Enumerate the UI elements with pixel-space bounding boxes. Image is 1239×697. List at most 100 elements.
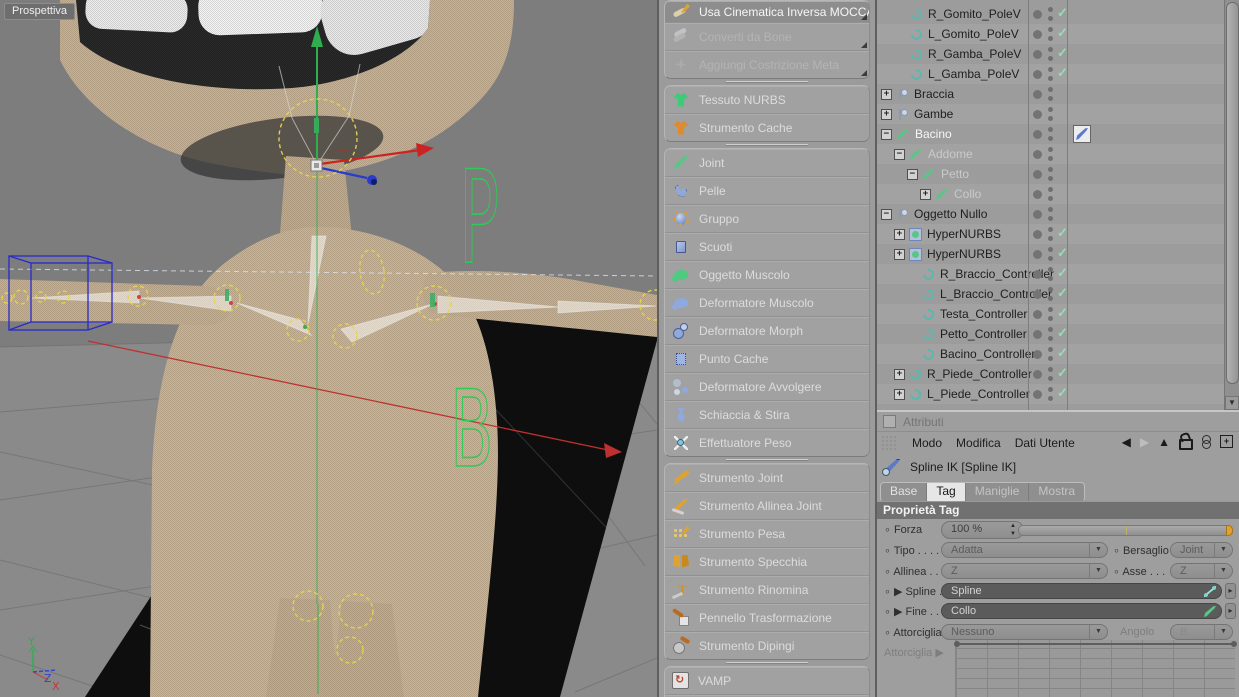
tab-tag[interactable]: Tag <box>927 483 966 501</box>
tree-item[interactable]: − Addome <box>877 144 1239 164</box>
cluster-button[interactable]: Gruppo <box>665 205 869 233</box>
weight-effector-button[interactable]: Effettuatore Peso <box>665 429 869 456</box>
object-manager-scrollbar[interactable]: ▼ <box>1224 0 1239 410</box>
joint-align-tool-button[interactable]: Strumento Allinea Joint <box>665 492 869 520</box>
use-ik-mocca-button[interactable]: Usa Cinematica Inversa MOCCA <box>665 1 869 23</box>
expand-icon[interactable]: + <box>894 228 905 240</box>
spline-picker-button[interactable]: ▸ <box>1225 583 1236 599</box>
tree-item[interactable]: Testa_Controller ✓ <box>877 304 1239 324</box>
tree-item[interactable]: + Collo <box>877 184 1239 204</box>
fine-picker-button[interactable]: ▸ <box>1225 603 1236 619</box>
tree-item[interactable]: + HyperNURBS ✓ <box>877 224 1239 244</box>
expand-icon[interactable]: + <box>894 248 905 260</box>
mirror-tool-button[interactable]: Strumento Specchia <box>665 548 869 576</box>
collapse-icon[interactable]: − <box>907 168 918 180</box>
wrap-deformer-button[interactable]: Deformatore Avvolgere <box>665 373 869 401</box>
dropdown-arrow-icon[interactable]: ▼ <box>1089 542 1107 558</box>
dropdown-arrow-icon[interactable]: ▼ <box>1089 624 1107 640</box>
grip-handle-icon[interactable] <box>881 435 898 450</box>
tree-item-selected[interactable]: − Bacino <box>877 124 1239 144</box>
dropdown-arrow-icon[interactable]: ▼ <box>1214 624 1232 640</box>
panel-checkbox-icon[interactable] <box>883 415 896 428</box>
allinea-dropdown[interactable]: Z ▼ <box>941 563 1108 579</box>
tree-item[interactable]: + HyperNURBS ✓ <box>877 244 1239 264</box>
lock-icon[interactable] <box>1179 439 1193 450</box>
tab-maniglie[interactable]: Maniglie <box>966 483 1030 501</box>
dropdown-arrow-icon[interactable]: ▼ <box>1214 563 1232 579</box>
tree-item[interactable]: + Gambe <box>877 104 1239 124</box>
jiggle-button[interactable]: Scuoti <box>665 233 869 261</box>
scrollbar-thumb[interactable] <box>1226 2 1239 384</box>
tree-item[interactable]: L_Braccio_Controller ✓ <box>877 284 1239 304</box>
menu-dati-utente[interactable]: Dati Utente <box>1015 436 1075 450</box>
angolo-dropdown[interactable]: B ▼ <box>1170 624 1233 640</box>
tree-item[interactable]: R_Gamba_PoleV ✓ <box>877 44 1239 64</box>
new-panel-icon[interactable]: + <box>1220 435 1233 448</box>
transform-brush-button[interactable]: Pennello Trasformazione <box>665 604 869 632</box>
section-title[interactable]: Proprietà Tag <box>877 501 1239 519</box>
curve-line[interactable] <box>954 641 1237 647</box>
joint-button[interactable]: Joint <box>665 149 869 177</box>
tab-base[interactable]: Base <box>881 483 928 501</box>
spinner-arrows-icon[interactable]: ▲ ▼ <box>1010 522 1016 538</box>
menu-modifica[interactable]: Modifica <box>956 436 1001 450</box>
spline-link-field[interactable]: Spline <box>941 583 1222 599</box>
expand-icon[interactable]: + <box>920 188 931 200</box>
spline-ik-tag-icon[interactable] <box>1073 125 1091 143</box>
skin-button[interactable]: Pelle <box>665 177 869 205</box>
forza-slider[interactable] <box>1018 525 1233 536</box>
collapse-icon[interactable]: − <box>881 208 892 220</box>
tree-item[interactable]: R_Gomito_PoleV ✓ <box>877 4 1239 24</box>
tab-mostra[interactable]: Mostra <box>1029 483 1084 501</box>
parent-up-icon[interactable]: ▲ <box>1158 435 1170 449</box>
attorciglia-dropdown[interactable]: Nessuno ▼ <box>941 624 1108 640</box>
cache-tool-button[interactable]: Strumento Cache <box>665 114 869 141</box>
tree-item[interactable]: − Petto <box>877 164 1239 184</box>
tree-item[interactable]: L_Gomito_PoleV ✓ <box>877 24 1239 44</box>
vamp-button[interactable]: VAMP <box>665 667 869 695</box>
twist-curve-editor[interactable] <box>954 640 1237 697</box>
sync-rings-icon[interactable] <box>1202 434 1211 449</box>
dropdown-arrow-icon[interactable]: ▼ <box>1214 542 1232 558</box>
tree-item[interactable]: L_Gamba_PoleV ✓ <box>877 64 1239 84</box>
collapse-icon[interactable]: − <box>894 148 905 160</box>
weight-tool-button[interactable]: Strumento Pesa <box>665 520 869 548</box>
convert-from-bone-button[interactable]: Converti da Bone <box>665 23 869 51</box>
naming-tool-button[interactable]: Strumento Rinomina <box>665 576 869 604</box>
tree-item[interactable]: Bacino_Controller ✓ <box>877 344 1239 364</box>
tree-item[interactable]: + R_Piede_Controller ✓ <box>877 364 1239 384</box>
bersaglio-dropdown[interactable]: Joint ▼ <box>1170 542 1233 558</box>
scroll-down-button[interactable]: ▼ <box>1225 396 1239 410</box>
add-meta-constraint-button[interactable]: Aggiungi Costrizione Meta <box>665 51 869 78</box>
dropdown-arrow-icon[interactable]: ▼ <box>1089 563 1107 579</box>
forza-spinner[interactable]: 100 % ▲ ▼ <box>941 521 1024 539</box>
paint-tool-button[interactable]: Strumento Dipingi <box>665 632 869 659</box>
joint-tool-button[interactable]: Strumento Joint <box>665 464 869 492</box>
asse-dropdown[interactable]: Z ▼ <box>1170 563 1233 579</box>
expand-icon[interactable]: + <box>894 368 905 380</box>
expand-icon[interactable]: + <box>881 88 892 100</box>
history-back-icon[interactable]: ◀ <box>1122 435 1131 449</box>
tree-item[interactable]: + L_Piede_Controller ✓ <box>877 384 1239 404</box>
fine-link-field[interactable]: Collo <box>941 603 1222 619</box>
collapse-icon[interactable]: − <box>881 128 892 140</box>
muscle-object-button[interactable]: Oggetto Muscolo <box>665 261 869 289</box>
tipo-dropdown[interactable]: Adatta ▼ <box>941 542 1108 558</box>
tree-item[interactable]: R_Braccio_Controller ✓ <box>877 264 1239 284</box>
expand-icon[interactable]: + <box>894 388 905 400</box>
menu-modo[interactable]: Modo <box>912 436 942 450</box>
viewport-name-label[interactable]: Prospettiva <box>4 3 76 20</box>
morph-deformer-button[interactable]: Deformatore Morph <box>665 317 869 345</box>
visibility-dots[interactable] <box>1048 7 1053 12</box>
muscle-deformer-button[interactable]: Deformatore Muscolo <box>665 289 869 317</box>
cloth-nurbs-button[interactable]: Tessuto NURBS <box>665 86 869 114</box>
tree-item[interactable]: + Braccia <box>877 84 1239 104</box>
layer-dot[interactable] <box>1033 10 1042 19</box>
tree-item[interactable]: − Oggetto Nullo <box>877 204 1239 224</box>
expand-icon[interactable]: + <box>881 108 892 120</box>
tree-item[interactable]: Petto_Controller ✓ <box>877 324 1239 344</box>
history-forward-icon[interactable]: ▶ <box>1140 435 1149 449</box>
squash-stretch-button[interactable]: Schiaccia & Stira <box>665 401 869 429</box>
3d-viewport[interactable]: P B Y Z X Prospettiva <box>0 0 671 697</box>
point-cache-button[interactable]: Punto Cache <box>665 345 869 373</box>
